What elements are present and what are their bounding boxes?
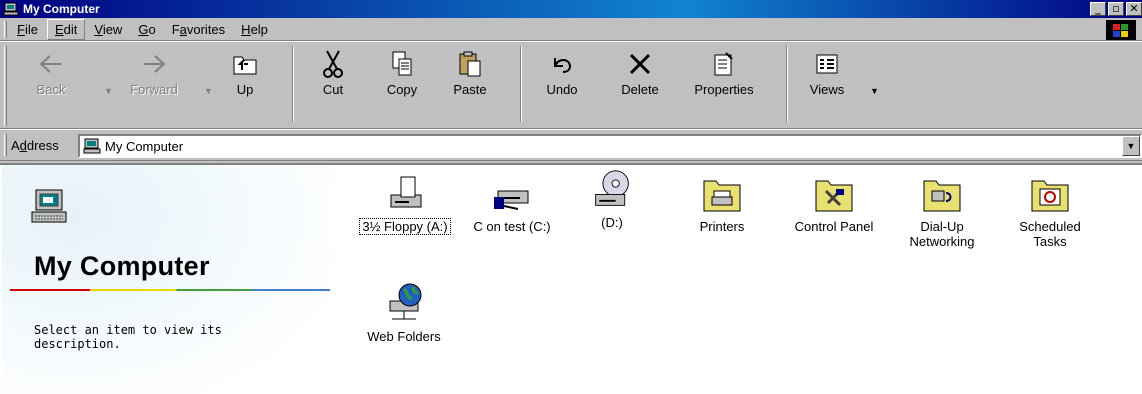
cut-button[interactable]: Cut xyxy=(308,48,358,118)
dialup-networking-folder-icon xyxy=(922,173,962,213)
menu-help[interactable]: Help xyxy=(234,20,275,39)
forward-dropdown-icon[interactable]: ▼ xyxy=(204,86,213,96)
folder-item-scheduled-tasks[interactable]: Scheduled Tasks xyxy=(1000,173,1100,249)
window-title: My Computer xyxy=(23,2,100,16)
back-dropdown-icon[interactable]: ▼ xyxy=(104,86,113,96)
menu-view[interactable]: View xyxy=(87,20,129,39)
undo-button[interactable]: Undo xyxy=(534,48,590,118)
drive-item-floppy[interactable]: 3½ Floppy (A:) xyxy=(355,173,455,235)
item-label: Scheduled Tasks xyxy=(1019,219,1081,249)
back-arrow-icon xyxy=(35,48,67,80)
scheduled-tasks-folder-icon xyxy=(1030,173,1070,213)
item-label: (D:) xyxy=(601,215,623,230)
control-panel-folder-icon xyxy=(814,173,854,213)
menu-edit[interactable]: Edit xyxy=(46,18,86,40)
properties-icon xyxy=(708,48,740,80)
paste-button[interactable]: Paste xyxy=(440,48,500,118)
folder-item-web-folders[interactable]: Web Folders xyxy=(354,283,454,344)
item-label: C on test (C:) xyxy=(473,219,551,234)
item-label: Dial-Up Networking xyxy=(909,219,975,249)
item-label: Control Panel xyxy=(794,219,874,234)
copy-button[interactable]: Copy xyxy=(374,48,430,118)
folder-item-control-panel[interactable]: Control Panel xyxy=(784,173,884,234)
item-label: Web Folders xyxy=(367,329,441,344)
web-folders-icon xyxy=(384,283,424,323)
windows-logo-icon xyxy=(1106,20,1136,40)
undo-icon xyxy=(546,48,578,80)
menu-grip[interactable] xyxy=(4,21,7,38)
network-drive-icon xyxy=(492,173,532,213)
views-icon xyxy=(811,48,843,80)
address-grip[interactable] xyxy=(4,134,7,156)
item-label: Printers xyxy=(699,219,745,234)
address-bar: Address My Computer ▼ xyxy=(0,129,1142,161)
toolbar-separator xyxy=(292,46,294,122)
address-label: Address xyxy=(11,138,59,153)
toolbar-separator xyxy=(786,46,788,122)
folder-item-printers[interactable]: Printers xyxy=(672,173,772,234)
address-dropdown-button[interactable]: ▼ xyxy=(1122,136,1140,156)
toolbar-separator xyxy=(520,46,522,122)
properties-button[interactable]: Properties xyxy=(676,48,772,118)
restore-button[interactable]: ▫ xyxy=(1108,2,1124,16)
menu-bar: File Edit View Go Favorites Help xyxy=(0,18,1142,41)
standard-toolbar: Back ▼ Forward ▼ Up Cut Copy Paste Undo … xyxy=(0,41,1142,129)
title-underline xyxy=(10,289,330,291)
my-computer-icon xyxy=(83,138,101,154)
pane-description: Select an item to view its description. xyxy=(34,323,222,351)
title-bar[interactable]: My Computer _ ▫ ✕ xyxy=(0,0,1142,18)
delete-button[interactable]: Delete xyxy=(610,48,670,118)
folder-view: My Computer Select an item to view its d… xyxy=(0,163,1142,394)
close-button[interactable]: ✕ xyxy=(1126,2,1142,16)
delete-x-icon xyxy=(624,48,656,80)
menu-favorites[interactable]: Favorites xyxy=(165,20,232,39)
views-button[interactable]: Views xyxy=(800,48,854,118)
item-label: 3½ Floppy (A:) xyxy=(359,218,451,235)
address-value[interactable]: My Computer xyxy=(105,139,183,154)
floppy-drive-icon xyxy=(385,173,425,213)
up-folder-icon xyxy=(229,48,261,80)
address-combobox[interactable]: My Computer ▼ xyxy=(78,134,1142,158)
forward-button[interactable]: Forward xyxy=(122,48,186,118)
pane-title: My Computer xyxy=(34,251,210,281)
web-view-pane: My Computer Select an item to view its d… xyxy=(2,165,332,394)
drive-item-c[interactable]: C on test (C:) xyxy=(462,173,562,234)
forward-arrow-icon xyxy=(138,48,170,80)
my-computer-large-icon xyxy=(31,189,67,223)
folder-item-dialup[interactable]: Dial-Up Networking xyxy=(890,173,994,249)
back-button[interactable]: Back xyxy=(22,48,80,118)
copy-icon xyxy=(386,48,418,80)
printers-folder-icon xyxy=(702,173,742,213)
views-dropdown-icon[interactable]: ▼ xyxy=(870,86,879,96)
toolbar-grip[interactable] xyxy=(4,46,7,126)
menu-go[interactable]: Go xyxy=(131,20,162,39)
my-computer-icon xyxy=(3,2,19,16)
minimize-button[interactable]: _ xyxy=(1090,2,1106,16)
menu-file[interactable]: File xyxy=(10,20,45,39)
clipboard-icon xyxy=(454,48,486,80)
scissors-icon xyxy=(317,48,349,80)
drive-item-d[interactable]: (D:) xyxy=(562,169,662,230)
cd-drive-icon xyxy=(592,169,632,209)
up-button[interactable]: Up xyxy=(220,48,270,118)
